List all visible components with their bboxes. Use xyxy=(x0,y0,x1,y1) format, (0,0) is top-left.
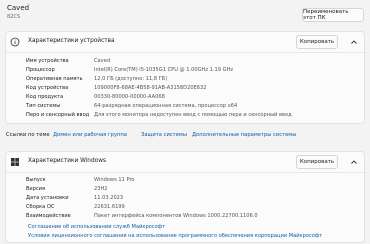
spec-label: Перо и сенсорный ввод xyxy=(26,112,90,118)
spec-value: 64-разрядная операционная система, проце… xyxy=(94,103,238,109)
spec-value: Для этого монитора недоступен ввод с пом… xyxy=(94,112,292,118)
spec-value: 23H2 xyxy=(94,186,108,192)
chevron-up-icon[interactable] xyxy=(350,38,358,46)
spec-value: 109000F8-68AE-4B58-91AB-A3158D20E632 xyxy=(94,85,207,91)
spec-value: 11.03.2023 xyxy=(94,195,124,201)
windows-specs-card: Характеристики Windows Копировать Выпуск… xyxy=(5,151,365,243)
license-terms-link[interactable]: Условия лицензионного соглашения на испо… xyxy=(28,233,322,239)
spec-label: Оперативная память xyxy=(26,76,83,82)
windows-specs-title: Характеристики Windows xyxy=(28,158,106,164)
device-specs-header[interactable]: Характеристики устройства Копировать xyxy=(6,32,364,52)
spec-label: Имя устройства xyxy=(26,58,69,64)
related-links-label: Ссылки по теме xyxy=(6,132,50,138)
device-model: 82CS xyxy=(7,14,21,20)
divider xyxy=(6,172,364,173)
spec-label: Код продукта xyxy=(26,94,64,100)
device-specs-title: Характеристики устройства xyxy=(28,38,115,44)
spec-value: 00330-80000-00000-AA068 xyxy=(94,94,165,100)
spec-row-device-name: Имя устройства Caved xyxy=(6,57,364,66)
related-links-bar: Ссылки по теме Домен или рабочая группа … xyxy=(5,126,365,146)
copy-device-specs-button[interactable]: Копировать xyxy=(296,35,338,49)
spec-label: Тип системы xyxy=(26,103,61,109)
spec-value: 12,0 ГБ (доступно: 11,8 ГБ) xyxy=(94,76,168,82)
spec-row-device-id: Код устройства 109000F8-68AE-4B58-91AB-A… xyxy=(6,84,364,93)
spec-row-ram: Оперативная память 12,0 ГБ (доступно: 11… xyxy=(6,75,364,84)
rename-pc-button[interactable]: Переименовать этот ПК xyxy=(302,8,364,22)
spec-label: Версия xyxy=(26,186,46,192)
spec-label: Взаимодействие xyxy=(26,213,71,219)
device-specs-card: Характеристики устройства Копировать Имя… xyxy=(5,31,365,124)
spec-row-edition: Выпуск Windows 11 Pro xyxy=(6,176,364,185)
chevron-up-icon[interactable] xyxy=(350,158,358,166)
spec-row-experience: Взаимодействие Пакет интерфейса компонен… xyxy=(6,212,364,221)
spec-row-pen-touch: Перо и сенсорный ввод Для этого монитора… xyxy=(6,111,364,120)
spec-value: Intel(R) Core(TM) i5-1035G1 CPU @ 1.00GH… xyxy=(94,67,234,73)
device-name: Caved xyxy=(7,4,30,12)
info-icon xyxy=(10,37,20,47)
spec-value: 22631.6199 xyxy=(94,204,125,210)
spec-label: Выпуск xyxy=(26,177,46,183)
spec-label: Процессор xyxy=(26,67,55,73)
spec-value: Пакет интерфейса компонентов Windows 100… xyxy=(94,213,258,219)
services-agreement-link[interactable]: Соглашение об использовании служб Майкро… xyxy=(28,224,165,230)
spec-value: Windows 11 Pro xyxy=(94,177,135,183)
divider xyxy=(6,52,364,53)
spec-row-os-build: Сборка ОС 22631.6199 xyxy=(6,203,364,212)
spec-row-processor: Процессор Intel(R) Core(TM) i5-1035G1 CP… xyxy=(6,66,364,75)
spec-label: Код устройства xyxy=(26,85,69,91)
spec-row-product-id: Код продукта 00330-80000-00000-AA068 xyxy=(6,93,364,102)
spec-row-install-date: Дата установки 11.03.2023 xyxy=(6,194,364,203)
spec-row-system-type: Тип системы 64-разрядная операционная си… xyxy=(6,102,364,111)
advanced-system-settings-link[interactable]: Дополнительные параметры системы xyxy=(192,132,296,138)
domain-workgroup-link[interactable]: Домен или рабочая группа xyxy=(53,132,127,138)
spec-label: Дата установки xyxy=(26,195,69,201)
windows-logo-icon xyxy=(11,158,19,166)
device-header: Caved 82CS Переименовать этот ПК xyxy=(0,0,370,30)
spec-row-version: Версия 23H2 xyxy=(6,185,364,194)
copy-windows-specs-button[interactable]: Копировать xyxy=(296,155,338,169)
spec-value: Caved xyxy=(94,58,111,64)
spec-label: Сборка ОС xyxy=(26,204,55,210)
system-protection-link[interactable]: Защита системы xyxy=(141,132,187,138)
windows-specs-header[interactable]: Характеристики Windows Копировать xyxy=(6,152,364,172)
